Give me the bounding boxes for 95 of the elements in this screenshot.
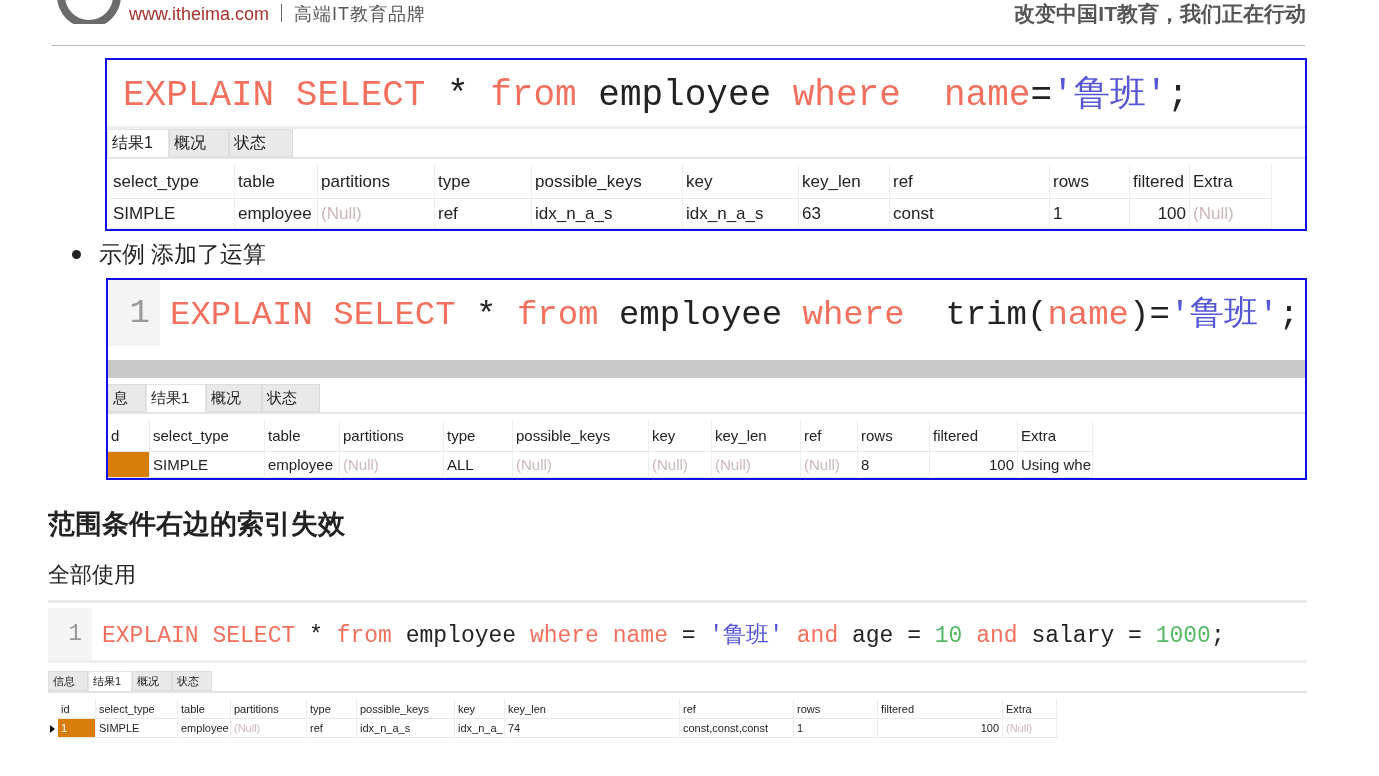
table-cell: SIMPLE — [150, 452, 265, 478]
column-header: rows — [1050, 165, 1130, 199]
column-header: select_type — [110, 165, 235, 199]
table-cell: (Null) — [801, 452, 858, 478]
table-cell: 63 — [799, 199, 890, 229]
bullet-icon — [72, 250, 81, 259]
result-tab[interactable]: 息 — [108, 384, 146, 412]
table-cell: 8 — [858, 452, 930, 478]
column-header: filtered — [930, 420, 1018, 452]
table-cell: 74 — [505, 719, 680, 738]
column-header: d — [108, 420, 150, 452]
column-header: type — [444, 420, 513, 452]
column-header: type — [307, 699, 357, 719]
column-header: key_len — [712, 420, 801, 452]
table-cell: employee — [178, 719, 231, 738]
sql-code: EXPLAIN SELECT * from employee where name='鲁班'; — [123, 73, 1189, 118]
table-cell: idx_n_a_s — [683, 199, 799, 229]
table-cell — [108, 452, 150, 478]
column-header: table — [235, 165, 318, 199]
column-header: table — [178, 699, 231, 719]
column-header: rows — [858, 420, 930, 452]
table-cell: 1 — [1050, 199, 1130, 229]
table-cell: (Null) — [1003, 719, 1057, 738]
sql-code: EXPLAIN SELECT * from employee where name = '鲁班' and age = 10 and salary = 1000; — [102, 621, 1225, 650]
scrollbar[interactable] — [108, 360, 1305, 378]
table-cell: (Null) — [340, 452, 444, 478]
column-header: key_len — [505, 699, 680, 719]
table-cell: (Null) — [513, 452, 649, 478]
result-tab[interactable]: 状态 — [262, 384, 320, 412]
table-cell: 100 — [878, 719, 1003, 738]
table-cell: ref — [435, 199, 532, 229]
table-cell: const,const,const — [680, 719, 794, 738]
table-cell: 100 — [1130, 199, 1190, 229]
table-cell: SIMPLE — [96, 719, 178, 738]
column-header: ref — [801, 420, 858, 452]
column-header: id — [58, 699, 96, 719]
column-header: partitions — [318, 165, 435, 199]
result-tab[interactable]: 概况 — [132, 671, 172, 691]
table-cell: 1 — [58, 719, 96, 738]
column-header: table — [265, 420, 340, 452]
column-header: rows — [794, 699, 878, 719]
column-header: key — [683, 165, 799, 199]
bullet-text: 示例 添加了运算 — [99, 240, 267, 269]
column-header: ref — [890, 165, 1050, 199]
line-number: 1 — [108, 280, 160, 346]
line-number: 1 — [48, 608, 92, 660]
result-tab[interactable]: 状态 — [172, 671, 212, 691]
column-header: key_len — [799, 165, 890, 199]
table-cell: (Null) — [318, 199, 435, 229]
table-cell: ref — [307, 719, 357, 738]
table-cell: (Null) — [1190, 199, 1272, 229]
table-cell: (Null) — [712, 452, 801, 478]
column-header: filtered — [878, 699, 1003, 719]
column-header: Extra — [1190, 165, 1272, 199]
column-header: possible_keys — [513, 420, 649, 452]
table-cell: 100 — [930, 452, 1018, 478]
table-cell: ALL — [444, 452, 513, 478]
table-cell: 1 — [794, 719, 878, 738]
column-header: select_type — [96, 699, 178, 719]
brand-tagline: 高端IT教育品牌 — [294, 4, 427, 24]
sql-code: EXPLAIN SELECT * from employee where trim(name)='鲁班'; — [170, 295, 1300, 336]
table-cell: employee — [265, 452, 340, 478]
result-tab[interactable]: 概况 — [169, 129, 229, 157]
column-header: ref — [680, 699, 794, 719]
column-header: type — [435, 165, 532, 199]
slogan: 改变中国IT教育，我们正在行动 — [1014, 4, 1306, 24]
table-cell: idx_n_a_s — [357, 719, 455, 738]
logo-icon — [55, 0, 123, 24]
column-header: possible_keys — [357, 699, 455, 719]
column-header: possible_keys — [532, 165, 683, 199]
result-tab[interactable]: 概况 — [206, 384, 262, 412]
column-header: Extra — [1003, 699, 1057, 719]
table-cell: const — [890, 199, 1050, 229]
column-header: partitions — [231, 699, 307, 719]
column-header: Extra — [1018, 420, 1093, 452]
table-cell: idx_n_a_s — [532, 199, 683, 229]
column-header: select_type — [150, 420, 265, 452]
column-header: key — [455, 699, 505, 719]
result-tab[interactable]: 结果1 — [146, 384, 206, 412]
result-tab[interactable]: 信息 — [48, 671, 88, 691]
column-header: partitions — [340, 420, 444, 452]
column-header: key — [649, 420, 712, 452]
table-cell: (Null) — [649, 452, 712, 478]
subheading: 全部使用 — [48, 561, 137, 589]
table-cell: Using whe — [1018, 452, 1093, 478]
column-header: filtered — [1130, 165, 1190, 199]
section-heading: 范围条件右边的索引失效 — [48, 508, 346, 541]
site-url: www.itheima.com — [129, 4, 270, 24]
table-cell: idx_n_a_ — [455, 719, 505, 738]
table-cell: SIMPLE — [110, 199, 235, 229]
table-cell: (Null) — [231, 719, 307, 738]
result-tab[interactable]: 状态 — [229, 129, 293, 157]
result-tab[interactable]: 结果1 — [88, 671, 132, 691]
result-tab[interactable]: 结果1 — [107, 129, 169, 157]
table-cell: employee — [235, 199, 318, 229]
